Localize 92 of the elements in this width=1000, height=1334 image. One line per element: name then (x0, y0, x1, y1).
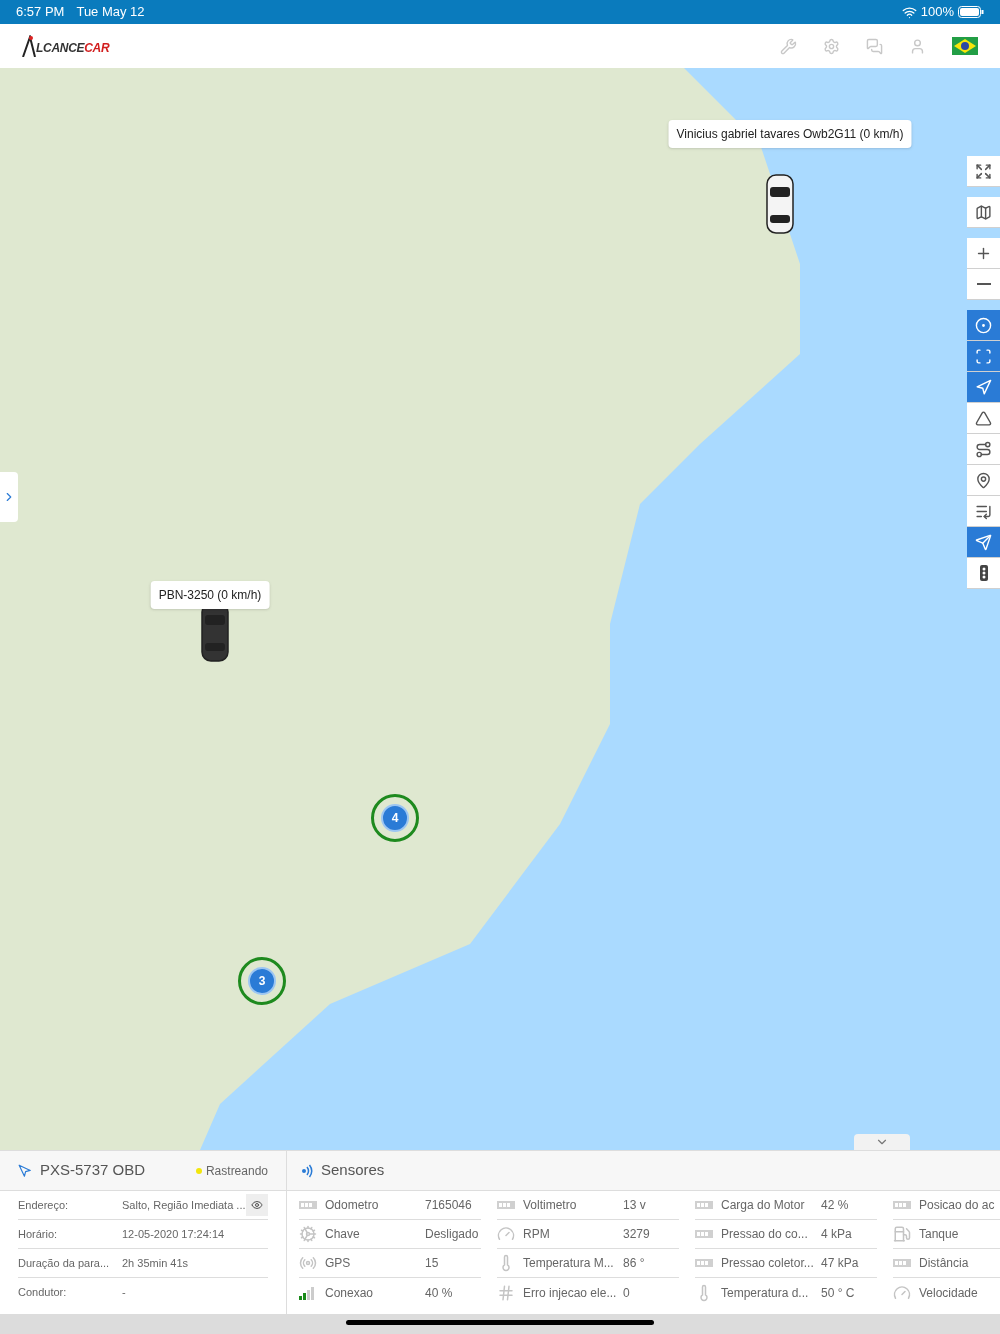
sensor-value: 4 kPa (821, 1226, 852, 1243)
odometer-icon (893, 1200, 911, 1210)
map-icon (975, 203, 992, 221)
sensor-value: 13 v (623, 1197, 646, 1214)
info-value: Salto, Região Imediata ... (122, 1197, 246, 1213)
sensor-label: Carga do Motor (721, 1197, 806, 1214)
sensor-value: 47 kPa (821, 1255, 859, 1272)
status-time: 6:57 PM (16, 3, 65, 22)
info-label: Horário: (18, 1226, 59, 1242)
signal-bars-icon (299, 1285, 317, 1300)
vehicle-tooltip: PBN-3250 (0 km/h) (150, 581, 270, 610)
sensor-label: Conexao (325, 1284, 375, 1302)
cluster-marker[interactable]: 4 (371, 793, 419, 842)
view-button[interactable] (246, 1194, 268, 1216)
map-pin-icon (975, 471, 992, 489)
sensor-label: Temperatura d... (721, 1284, 810, 1302)
battery-icon (958, 6, 984, 18)
logo: LCANCECAR (22, 35, 110, 57)
odometer-icon (893, 1258, 911, 1268)
sensor-label: Velocidade (919, 1284, 979, 1302)
logo-mark-icon (22, 35, 36, 57)
traffic-light-icon (978, 565, 989, 581)
status-date: Tue May 12 (76, 3, 145, 22)
map-tool-button[interactable] (967, 496, 1000, 527)
sensor-value: 86 ° (623, 1255, 645, 1272)
info-value: 12-05-2020 17:24:14 (122, 1226, 225, 1242)
sensor-label: Pressao do co... (721, 1226, 809, 1243)
battery-percent: 100% (920, 3, 954, 22)
sensor-value: 7165046 (425, 1197, 472, 1214)
odometer-icon (497, 1200, 515, 1210)
sensor-label: Tanque (919, 1226, 960, 1243)
fuel-pump-icon (893, 1225, 911, 1243)
vehicle-tooltip: Vinicius gabriel tavares Owb2G11 (0 km/h) (668, 119, 912, 148)
info-value: 2h 35min 41s (122, 1255, 189, 1271)
map-tool-button[interactable] (967, 310, 1000, 341)
info-label: Endereço: (18, 1197, 70, 1213)
sensor-signal-icon (301, 1163, 313, 1178)
sensor-label: Chave (325, 1226, 361, 1243)
triangle-icon (975, 409, 992, 427)
status-label: Rastreando (205, 1162, 268, 1180)
map-tool-button[interactable] (967, 156, 1000, 187)
scan-icon (975, 347, 992, 365)
sensor-label: Erro injecao ele... (523, 1284, 615, 1302)
sensor-value: 42 % (821, 1197, 849, 1214)
flag-icon[interactable] (952, 37, 978, 55)
info-value: - (122, 1285, 126, 1301)
sensor-label: Temperatura M... (523, 1255, 615, 1272)
wifi-icon (901, 4, 917, 20)
navigation-arrow-icon (18, 1163, 32, 1178)
sensor-label: Odometro (325, 1197, 380, 1214)
signal-waves-icon (299, 1254, 317, 1272)
sensor-label: Pressao coletor... (721, 1255, 813, 1272)
map-tool-button[interactable] (967, 465, 1000, 496)
engine-icon (299, 1225, 317, 1243)
car-icon[interactable] (765, 173, 795, 236)
sensor-value: 0 (623, 1284, 630, 1302)
map-tool-button[interactable] (967, 558, 1000, 589)
sensor-label: GPS (325, 1255, 352, 1272)
odometer-icon (299, 1200, 317, 1210)
sensors-title: Sensores (321, 1160, 385, 1181)
odometer-icon (695, 1200, 713, 1210)
navigation-arrow-icon (975, 378, 992, 396)
info-label: Duração da para... (18, 1255, 111, 1271)
gauge-icon (497, 1225, 515, 1243)
sensor-label: Voltimetro (523, 1197, 578, 1214)
map-tool-button[interactable] (967, 197, 1000, 228)
sensor-label: RPM (523, 1226, 551, 1243)
map-tool-button[interactable] (967, 372, 1000, 403)
sensor-value: 3279 (623, 1226, 650, 1243)
gauge-icon (893, 1283, 911, 1302)
hash-icon (497, 1283, 515, 1302)
minus-icon (976, 283, 991, 285)
odometer-icon (695, 1229, 713, 1239)
sensor-value: Desligado (425, 1226, 479, 1243)
route-icon (975, 440, 992, 458)
sensor-value: 50 ° C (821, 1284, 855, 1302)
sensor-value: 15 (425, 1255, 439, 1272)
odometer-icon (695, 1258, 713, 1268)
map-tool-button[interactable] (967, 527, 1000, 558)
send-icon (975, 533, 992, 551)
target-icon (975, 316, 992, 334)
info-label: Condutor: (18, 1285, 68, 1301)
map-tool-button[interactable] (967, 403, 1000, 434)
fullscreen-icon (975, 162, 992, 180)
map-tool-button[interactable] (967, 269, 1000, 300)
eye-icon (251, 1199, 263, 1211)
sensor-label: Distância (919, 1255, 970, 1272)
map-tool-button[interactable] (967, 434, 1000, 465)
sensor-value: 40 % (425, 1284, 453, 1302)
cluster-marker[interactable]: 3 (238, 957, 286, 1006)
vehicle-title: PXS-5737 OBD (40, 1160, 146, 1181)
sensor-label: Posicao do ac (919, 1197, 996, 1214)
